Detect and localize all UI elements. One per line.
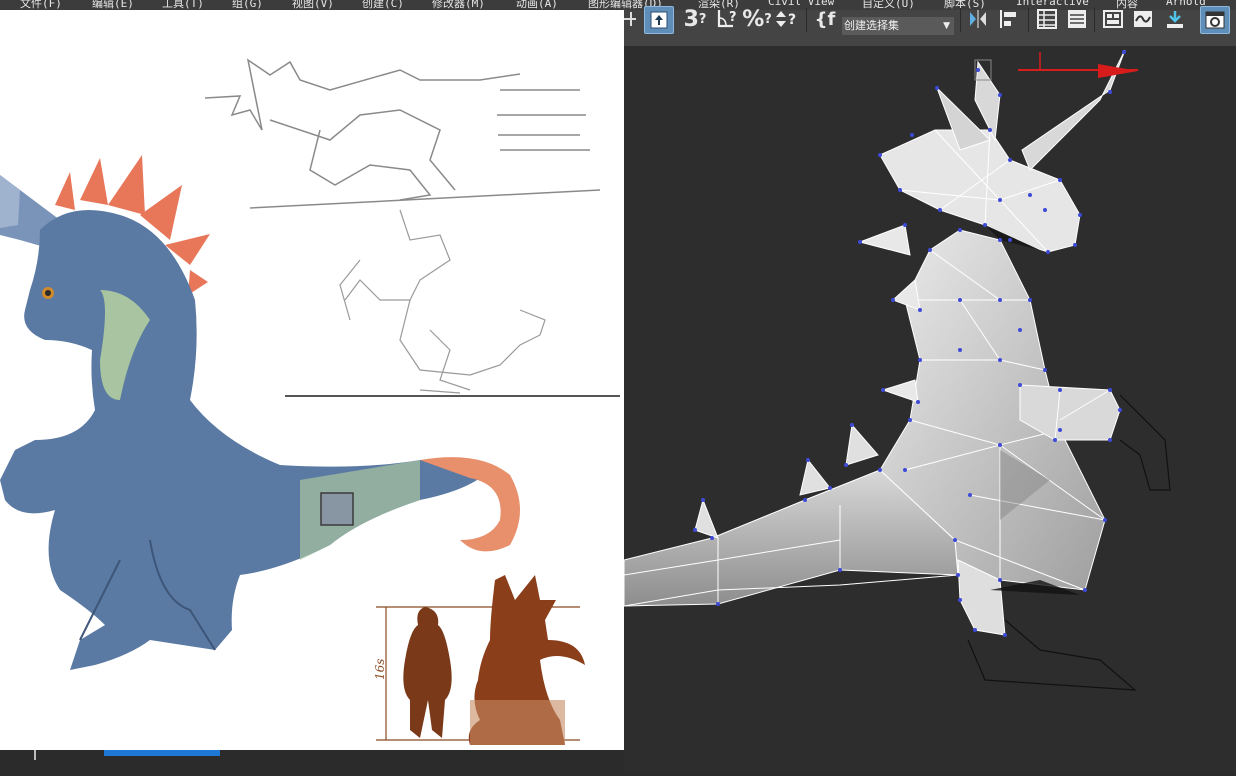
toggle-scene-explorer-icon[interactable]	[1064, 6, 1090, 32]
named-selection-set-dropdown[interactable]: 创建选择集 ▼	[842, 17, 954, 35]
align-icon[interactable]	[996, 6, 1022, 32]
layer-manager-icon[interactable]	[1034, 6, 1060, 32]
color-swatch-marker[interactable]	[320, 492, 354, 526]
menu-animation[interactable]: 动画(A)	[516, 0, 558, 10]
select-object-button[interactable]	[644, 6, 674, 34]
snap-3d-icon[interactable]: 3?	[682, 6, 708, 32]
material-editor-icon[interactable]	[1162, 6, 1188, 32]
timeline-tick	[34, 750, 36, 760]
snap-3d-label: 3	[683, 6, 699, 32]
svg-text:?: ?	[729, 10, 737, 25]
menu-edit[interactable]: 编辑(E)	[92, 0, 134, 10]
bottom-status-strip	[0, 750, 624, 772]
dragon-crouch-sketch	[285, 209, 620, 397]
menu-file[interactable]: 文件(F)	[20, 0, 62, 10]
edit-named-selection-icon[interactable]: {f	[812, 6, 838, 32]
spinner-snap-icon[interactable]: ?	[774, 6, 802, 32]
menu-create[interactable]: 创建(C)	[362, 0, 404, 10]
move-icon[interactable]	[624, 6, 638, 32]
schematic-view-icon[interactable]	[1130, 6, 1156, 32]
chevron-down-icon: ▼	[943, 21, 950, 31]
dragon-run-sketch	[204, 58, 601, 209]
angle-snap-icon[interactable]: ?	[714, 6, 742, 32]
height-label: 16s	[373, 659, 387, 680]
mirror-icon[interactable]	[966, 6, 990, 32]
percent-snap-label: %	[742, 6, 765, 32]
reference-image-panel: 16s	[0, 10, 624, 750]
edit-named-selection-label: {f	[814, 8, 836, 30]
human-silhouette	[403, 607, 452, 738]
perspective-viewport[interactable]	[623, 47, 1236, 772]
timeline-slider[interactable]	[104, 750, 220, 756]
menu-view[interactable]: 视图(V)	[292, 0, 334, 10]
menu-modifiers[interactable]: 修改器(M)	[432, 0, 485, 10]
curve-editor-icon[interactable]	[1100, 6, 1126, 32]
dragon-concept-art: 16s	[0, 58, 620, 745]
menu-group[interactable]: 组(G)	[232, 0, 263, 10]
height-comparison-chart	[376, 575, 585, 745]
svg-text:?: ?	[788, 12, 796, 28]
dragon-body	[0, 210, 490, 670]
named-selection-set-value: 创建选择集	[844, 19, 899, 32]
menu-tools[interactable]: 工具(T)	[162, 0, 204, 10]
percent-snap-icon[interactable]: %?	[742, 6, 772, 32]
render-setup-icon[interactable]	[1200, 6, 1230, 34]
menu-customize[interactable]: 自定义(U)	[862, 0, 915, 10]
dragon-mesh	[623, 49, 1171, 691]
